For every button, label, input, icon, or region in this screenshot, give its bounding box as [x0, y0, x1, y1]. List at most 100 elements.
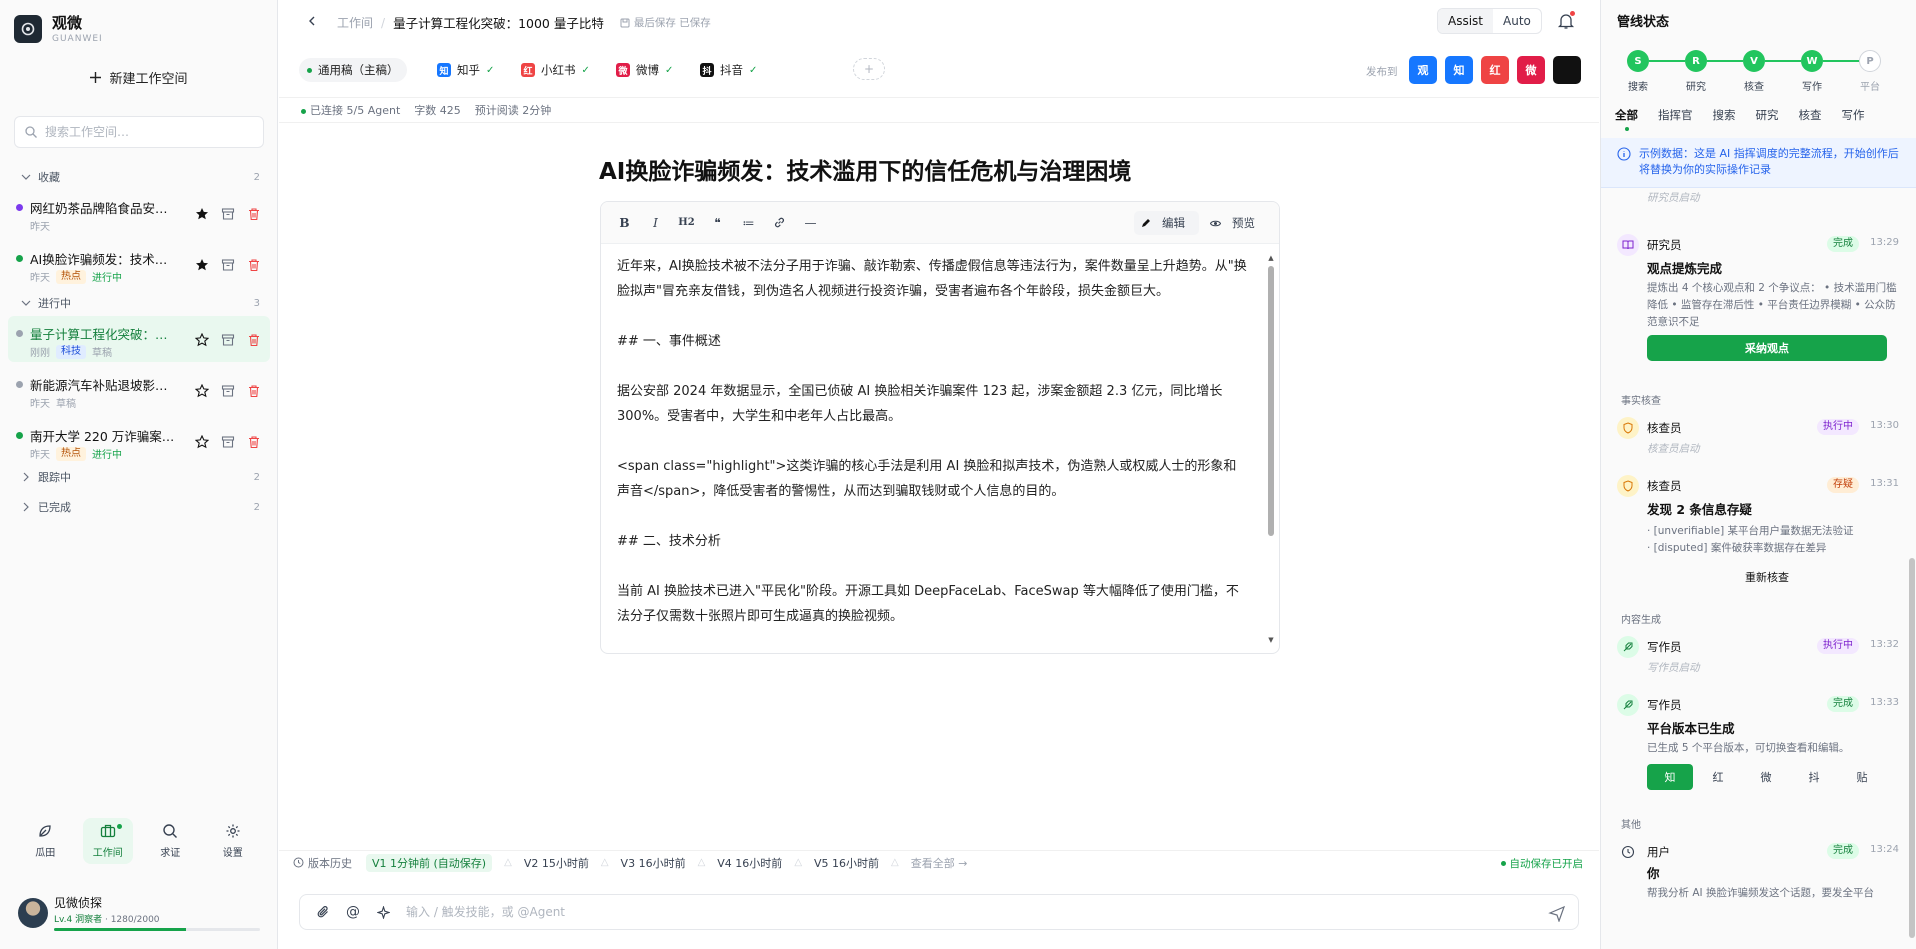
version-tab-douyin[interactable]: 抖 [1791, 764, 1837, 790]
tab-douyin[interactable]: 抖 抖音 ✓ [692, 58, 765, 82]
star-outline-icon[interactable] [194, 383, 210, 399]
tab-xiaohongshu[interactable]: 红 小红书 ✓ [513, 58, 598, 82]
panel-scrollbar[interactable] [1909, 190, 1915, 949]
star-outline-icon[interactable] [194, 434, 210, 450]
tab-verify[interactable]: 核查 [1799, 107, 1822, 129]
adopt-points-button[interactable]: 采纳观点 [1647, 335, 1887, 361]
trash-icon[interactable] [246, 206, 262, 222]
italic-icon[interactable]: I [644, 211, 667, 234]
version-item[interactable]: V4 16小时前 [717, 855, 782, 871]
attachment-icon[interactable] [308, 897, 338, 927]
archive-icon[interactable] [220, 206, 236, 222]
breadcrumb: 工作间 / 量子计算工程化突破：1000 量子比特 最后保存 已保存 [337, 13, 711, 32]
step-verify[interactable]: V 核查 [1743, 50, 1765, 93]
preview-mode-button[interactable]: 预览 [1203, 211, 1269, 235]
publish-guanwei-button[interactable]: 观 [1409, 56, 1437, 84]
editor-scrollbar[interactable]: ▲ ▼ [1267, 254, 1275, 644]
step-connector [1707, 60, 1743, 62]
scrollbar-thumb[interactable] [1268, 266, 1274, 536]
workspace-item[interactable]: AI换脸诈骗频发：技术… 昨天 热点 进行中 [8, 241, 270, 287]
group-completed[interactable]: 已完成 2 [20, 498, 260, 516]
tab-search[interactable]: 搜索 [1713, 107, 1736, 129]
scrollbar-thumb[interactable] [1909, 558, 1915, 938]
nav-workspace[interactable]: 工作间 [82, 818, 133, 864]
tab-write[interactable]: 写作 [1842, 107, 1865, 129]
archive-icon[interactable] [220, 383, 236, 399]
back-arrow-icon[interactable] [303, 12, 321, 30]
document-title[interactable]: AI换脸诈骗频发：技术滥用下的信任危机与治理困境 [599, 152, 1131, 186]
bold-icon[interactable]: B [613, 211, 636, 234]
version-tab-xiaohongshu[interactable]: 红 [1695, 764, 1741, 790]
publish-zhihu-button[interactable]: 知 [1445, 56, 1473, 84]
publish-xiaohongshu-button[interactable]: 红 [1481, 56, 1509, 84]
list-icon[interactable]: ≔ [737, 211, 760, 234]
bell-icon[interactable] [1556, 11, 1576, 31]
nav-verify[interactable]: 求证 [145, 818, 195, 864]
workspace-item-active[interactable]: 量子计算工程化突破：… 刚刚 科技 草稿 [8, 316, 270, 362]
version-tab-zhihu[interactable]: 知 [1647, 764, 1693, 790]
mode-assist[interactable]: Assist [1438, 9, 1494, 33]
version-item-current[interactable]: V1 1分钟前 (自动保存) [366, 853, 493, 872]
editor-content[interactable]: 近年来，AI换脸技术被不法分子用于诈骗、敲诈勒索、传播虚假信息等违法行为，案件数… [617, 254, 1249, 644]
nav-guatian[interactable]: 瓜田 [20, 818, 70, 864]
send-icon[interactable] [1548, 904, 1566, 922]
trash-icon[interactable] [246, 332, 262, 348]
user-card[interactable]: 见微侦探 Lv.4 洞察者 · 1280/2000 [18, 894, 268, 934]
trash-icon[interactable] [246, 383, 262, 399]
step-research[interactable]: R 研究 [1685, 50, 1707, 93]
version-tab-weibo[interactable]: 微 [1743, 764, 1789, 790]
tab-all[interactable]: 全部 [1615, 107, 1638, 131]
mention-icon[interactable]: @ [338, 897, 368, 927]
publish-douyin-button[interactable] [1553, 56, 1581, 84]
archive-icon[interactable] [220, 434, 236, 450]
tab-zhihu[interactable]: 知 知乎 ✓ [429, 58, 502, 82]
event-description: 提炼出 4 个核心观点和 2 个争议点： • 技术滥用门槛降低 • 监管存在滞后… [1647, 282, 1897, 328]
workspace-item[interactable]: 南开大学 220 万诈骗案… 昨天 热点 进行中 [8, 418, 270, 464]
link-icon[interactable] [768, 211, 791, 234]
brand[interactable]: 观微 GUANWEI [14, 14, 103, 44]
step-search[interactable]: S 搜索 [1627, 50, 1649, 93]
divider-icon[interactable]: — [799, 211, 822, 234]
workspace-item[interactable]: 新能源汽车补贴退坡影… 昨天 草稿 [8, 367, 270, 413]
version-item[interactable]: V3 16小时前 [621, 855, 686, 871]
step-write[interactable]: W 写作 [1801, 50, 1823, 93]
view-all-versions-link[interactable]: 查看全部 → [911, 855, 968, 871]
edit-mode-button[interactable]: 编辑 [1134, 211, 1199, 235]
workspace-search[interactable] [14, 116, 264, 148]
scroll-down-arrow-icon[interactable]: ▼ [1267, 636, 1275, 644]
star-icon[interactable] [194, 206, 210, 222]
tab-research[interactable]: 研究 [1756, 107, 1779, 129]
version-item[interactable]: V5 16小时前 [814, 855, 879, 871]
chevron-right-icon [23, 472, 29, 482]
new-workspace-button[interactable]: 新建工作空间 [14, 64, 264, 90]
recheck-button[interactable]: 重新核查 [1647, 569, 1887, 585]
version-tab-tieba[interactable]: 贴 [1839, 764, 1885, 790]
tab-main-draft[interactable]: 通用稿（主稿） [299, 58, 407, 82]
archive-icon[interactable] [220, 332, 236, 348]
workspace-search-input[interactable] [45, 125, 245, 139]
quote-icon[interactable]: ❝ [706, 211, 729, 234]
scroll-up-arrow-icon[interactable]: ▲ [1267, 254, 1275, 262]
breadcrumb-root[interactable]: 工作间 [337, 14, 373, 31]
step-connector [1823, 60, 1859, 62]
tab-weibo[interactable]: 微 微博 ✓ [608, 58, 681, 82]
trash-icon[interactable] [246, 434, 262, 450]
heading-icon[interactable]: H2 [675, 211, 698, 234]
group-favorites[interactable]: 收藏 2 [20, 168, 260, 186]
nav-settings[interactable]: 设置 [208, 818, 258, 864]
archive-icon[interactable] [220, 257, 236, 273]
tab-commander[interactable]: 指挥官 [1658, 107, 1693, 129]
sparkle-icon[interactable] [368, 897, 398, 927]
star-icon[interactable] [194, 257, 210, 273]
chat-input[interactable] [406, 905, 1546, 919]
trash-icon[interactable] [246, 257, 262, 273]
add-platform-button[interactable]: + [853, 58, 885, 80]
group-tracking[interactable]: 跟踪中 2 [20, 468, 260, 486]
step-platform[interactable]: P 平台 [1859, 50, 1881, 93]
workspace-item[interactable]: 网红奶茶品牌陷食品安… 昨天 [8, 190, 270, 236]
mode-auto[interactable]: Auto [1493, 9, 1541, 33]
group-in-progress[interactable]: 进行中 3 [20, 294, 260, 312]
star-outline-icon[interactable] [194, 332, 210, 348]
version-item[interactable]: V2 15小时前 [524, 855, 589, 871]
publish-weibo-button[interactable]: 微 [1517, 56, 1545, 84]
